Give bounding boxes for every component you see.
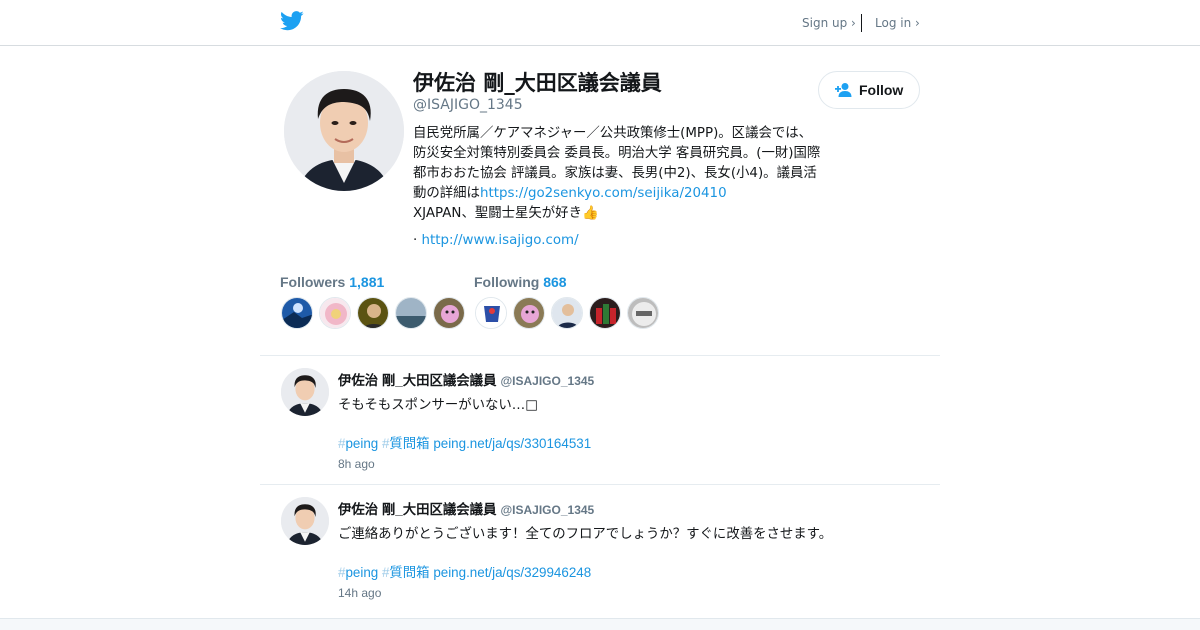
profile-handle: @ISAJIGO_1345 <box>413 97 523 113</box>
signup-link[interactable]: Sign up › <box>802 16 856 30</box>
tweet-avatar[interactable] <box>281 497 329 545</box>
tweet-author-handle: @ISAJIGO_1345 <box>500 374 595 388</box>
nav-divider <box>861 14 862 32</box>
following-label: Following <box>474 274 540 290</box>
profile-avatar[interactable] <box>284 71 404 191</box>
followers-count: 1,881 <box>349 274 385 290</box>
twitter-bird-icon[interactable] <box>280 11 304 31</box>
following-count: 868 <box>543 274 567 290</box>
tweet-text: そもそもスポンサーがいない…□ <box>338 398 538 413</box>
followers-stat[interactable]: Followers 1,881 <box>280 274 384 290</box>
tweet-divider <box>260 355 940 356</box>
tweet-author-handle: @ISAJIGO_1345 <box>500 503 595 517</box>
following-stat[interactable]: Following 868 <box>474 274 567 290</box>
tweet-links: #peing #質問箱 peing.net/ja/qs/330164531 <box>338 432 591 452</box>
follow-label: Follow <box>859 82 904 98</box>
following-avatar[interactable] <box>627 297 659 329</box>
profile-url-link[interactable]: http://www.isajigo.com/ <box>422 233 579 248</box>
tweet-author-name: 伊佐治 剛_大田区議会議員 <box>338 373 497 388</box>
tweet-author[interactable]: 伊佐治 剛_大田区議会議員 @ISAJIGO_1345 <box>338 369 594 389</box>
login-link[interactable]: Log in › <box>875 16 920 30</box>
profile-url-row: · http://www.isajigo.com/ <box>413 233 579 248</box>
add-person-icon <box>835 83 852 97</box>
profile-name: 伊佐治 剛_大田区議会議員 <box>413 71 662 95</box>
following-avatar[interactable] <box>513 297 545 329</box>
bio-tail: XJAPAN、聖闘士星矢が好き👍 <box>413 206 599 221</box>
tweet-divider <box>260 484 940 485</box>
follower-avatar[interactable] <box>281 297 313 329</box>
tweet-url-link[interactable]: peing.net/ja/qs/330164531 <box>433 436 591 451</box>
tweet-text: ご連絡ありがとうございます！全てのフロアでしょうか？すぐに改善をさせます。 <box>338 527 833 542</box>
following-avatar[interactable] <box>551 297 583 329</box>
tweet-links: #peing #質問箱 peing.net/ja/qs/329946248 <box>338 561 591 581</box>
url-bullet: · <box>413 233 418 248</box>
hashtag-link[interactable]: #質問箱 <box>382 565 430 580</box>
following-avatar[interactable] <box>589 297 621 329</box>
follow-button[interactable]: Follow <box>818 71 920 109</box>
hashtag-link[interactable]: #peing <box>338 436 378 451</box>
follower-avatar[interactable] <box>433 297 465 329</box>
following-avatar[interactable] <box>475 297 507 329</box>
tweet-author-name: 伊佐治 剛_大田区議会議員 <box>338 502 497 517</box>
tweet-timestamp[interactable]: 8h ago <box>338 457 375 471</box>
follower-avatar[interactable] <box>395 297 427 329</box>
bio-link[interactable]: https://go2senkyo.com/seijika/20410 <box>480 186 727 201</box>
hashtag-link[interactable]: #peing <box>338 565 378 580</box>
follower-avatar[interactable] <box>357 297 389 329</box>
top-bar: Sign up › Log in › <box>0 0 1200 46</box>
tweet-avatar[interactable] <box>281 368 329 416</box>
tweet-author[interactable]: 伊佐治 剛_大田区議会議員 @ISAJIGO_1345 <box>338 498 594 518</box>
hashtag-link[interactable]: #質問箱 <box>382 436 430 451</box>
tweet-timestamp[interactable]: 14h ago <box>338 586 381 600</box>
portrait-image <box>284 71 404 191</box>
follower-avatar[interactable] <box>319 297 351 329</box>
tweet-url-link[interactable]: peing.net/ja/qs/329946248 <box>433 565 591 580</box>
footer-strip <box>0 618 1200 630</box>
followers-label: Followers <box>280 274 346 290</box>
profile-bio: 自民党所属／ケアマネジャー／公共政策修士(MPP)。区議会では、防災安全対策特別… <box>413 124 823 224</box>
